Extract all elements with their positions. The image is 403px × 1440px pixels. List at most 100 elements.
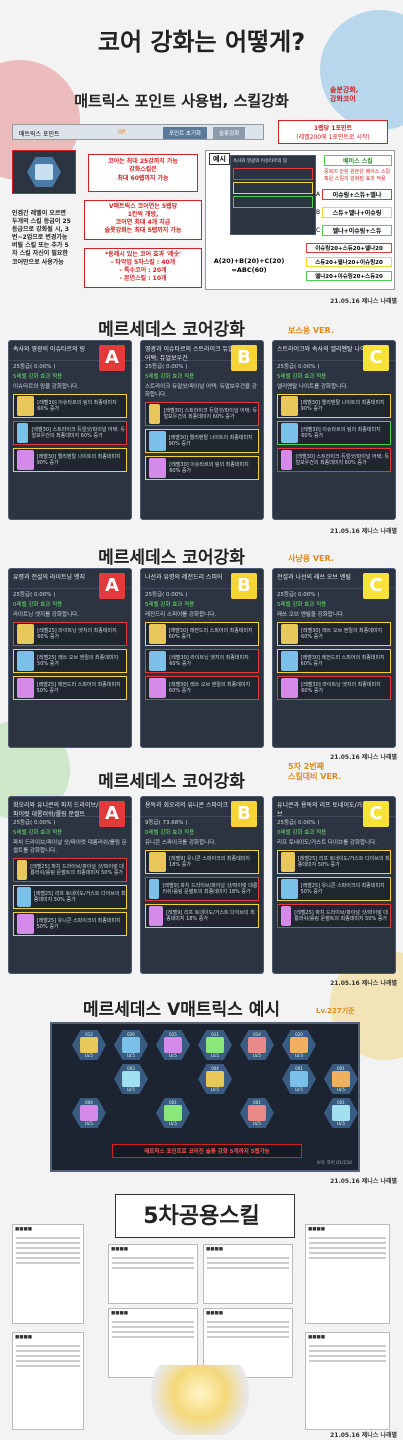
skill-text: [레벨9] 리프 토네이도/거스트 다이브의 최종데미지 18% 증가 [166,910,255,922]
slot-level: LV.5 [169,1053,177,1058]
matrix-slot[interactable]: 026 LV.5 [114,1030,148,1060]
skill-text: [레벨25] 파치 드라이브/파이널 샷/파이럿 대롱러쉬/롤링 문썰트의 최종… [294,910,388,922]
core-letter-badge: B [231,573,257,599]
credit: 21.05.16 제니스 나래별 [330,980,397,987]
core-effect: 0레벨 강화 효과 적용 [277,830,327,836]
section1-side-note: 솔분강화, 강화코어 [330,86,358,104]
core-note-line: 강화스킬은 [129,166,157,174]
skill-row: [레벨9] 유니콘 스파이크의 최종데미지 18% 증가 [145,850,259,874]
level-note: 인겜간 레벨이 오르면 두개의 스킬 등급이 25 등급으로 강화될 시, 3번… [12,210,71,266]
res-a: 이슈링20+스듀20+엘나20 [306,243,392,253]
credit: 21.05.16 제니스 나래별 [330,528,397,535]
matrix-slot[interactable]: 003 LV.5 [114,1064,148,1094]
formula: A(20)+B(20)+C(20) =ABC(60) [213,257,285,275]
skill-row: [레벨30] 엘리멘탈 나이트의 최종데미지 90% 증가 [13,448,127,472]
core-icon [80,1105,98,1121]
matrix-slot[interactable]: 004 LV.5 [72,1098,106,1128]
skill-row: [레벨25] 유니콘 스파이크의 최종데미지 50% 증가 [277,877,391,901]
res-b: 스듀20+엘나20+이슈링20 [306,257,392,267]
v-note-line: V매트릭스 코어연는 5렙당 [108,203,178,210]
core-panel-c: 스트라이크와 속사의 엘리멘탈 나이트 C 25등급( 0.00% ) 5레벨 강화 … [272,340,396,520]
matrix-slot[interactable]: 001 LV.5 [156,1098,190,1128]
skill-row: [레벨30] 이슈타르의 링의 최종데미지 60% 증가 [145,456,259,480]
bonus-line: - 타악업 5차스킬 : 40개 [110,259,176,267]
skill-text: [레벨25] 래쓰 오브 엔릴의 최종데미지 50% 증가 [37,655,119,667]
core-effect: 0레벨 강화 효과 적용 [145,830,195,836]
section5-tag: Lv.227기준 [316,1007,355,1015]
matrix-slot[interactable]: 014 LV.5 [240,1030,274,1060]
slot-number: 001 [253,1100,261,1105]
slot-level: LV.5 [253,1053,261,1058]
credit: 21.05.16 제니스 나래별 [330,1178,397,1185]
slot-level: LV.5 [127,1053,135,1058]
matrix-slot[interactable]: 001 LV.5 [240,1098,274,1128]
matrix-slot[interactable]: 012 LV.5 [72,1030,106,1060]
matrix-slot[interactable]: 001 LV.5 [282,1064,316,1094]
matrix-slot[interactable]: 020 LV.3 [282,1030,316,1060]
letter-c-small: C [316,227,321,234]
skill-icon [281,852,295,872]
reset-button[interactable]: 포인트 초기화 [163,127,208,139]
skill-icon [281,423,299,443]
skill-icon [17,450,34,470]
credit: 21.05.16 제니스 나래별 [330,298,397,305]
slot-level: LV.5 [253,1121,261,1126]
v-note-box: V매트릭스 코어연는 5렙당 1칸씩 개방, 코어연 최대 4개 지급 슬롯강화… [84,200,202,240]
skill-text: [레벨25] 라이트닝 엣지의 최종데미지 60% 증가 [37,628,117,640]
skill-icon [149,651,167,671]
skill-row: [레벨30] 래쓰 오브 엔릴의 최종데미지 60% 증가 [145,676,259,700]
letter-a-small: A [316,191,321,198]
skill-icon [281,624,299,644]
slot-number: 014 [253,1032,261,1037]
matrix-slot[interactable]: 001 LV.5 [324,1098,358,1128]
core-panel-b: 나선과 유령의 레전드리 스피어 B 25등급( 0.00% ) 5레벨 강화 효과 … [140,568,264,748]
matrix-slot[interactable]: 025 LV.5 [156,1030,190,1060]
matrix-slot[interactable]: 011 LV.5 [198,1030,232,1060]
core-letter-badge: A [99,801,125,827]
skill-row: [레벨25] 라이트닝 엣지의 최종데미지 60% 증가 [13,622,127,646]
core-effect: 5레벨 강화 효과 적용 [145,374,195,380]
matrix-slot[interactable]: 004 LV.5 [198,1064,232,1094]
core-icon [332,1071,350,1087]
base-desc: 중복이 안된 원본은 베이스 스킬 혹은 스킬의 강화된 효과 적용 [324,169,391,182]
skill-icon [17,678,34,698]
skill-text: [레벨25] 레전드리 스피어의 최종데미지 50% 증가 [36,682,121,694]
matrix-slot[interactable]: 001 LV.5 [324,1064,358,1094]
skill-icon [149,852,167,872]
skill-row: [레벨25] 파치 드라이브/파이널 샷/파이럿 대롱러쉬/롤링 문썰트의 최종… [277,904,391,928]
core-icon [206,1071,224,1087]
slot-level: LV.5 [85,1053,93,1058]
matrix-caption: 매트릭스 포인트로 코어진 슬롯 강화 5개까지 5렙가능 [112,1144,302,1158]
slot-level: LV.5 [337,1087,345,1092]
bonus-line: - 본연스킬 : 10개 [119,275,167,283]
base-skill-box: 베이스 스킬 [324,155,392,166]
skill-icon [17,396,35,416]
core-icon [290,1071,308,1087]
skill-icon [149,458,167,478]
skill-icon [149,404,161,424]
core-desc: 리프 토네이도/거스트 다이브를 강화합니다. [277,840,377,846]
skill-icon [17,651,35,671]
core-desc: 라이트닝 엣지를 강화합니다. [13,612,79,618]
core-panel-c: 전설과 나선의 래쓰 오브 엔릴 C 25등급( 0.00% ) 5레벨 강화 효과 … [272,568,396,748]
core-letter-badge: C [363,345,389,371]
slot-level: LV.5 [211,1087,219,1092]
v-note-line: 1칸씩 개방, [127,211,159,219]
skill-text: [레벨30] 스트라이크 듀얼샷/파이널 어택: 듀얼보우건의 최종데미지 60… [295,454,390,466]
skill-text: [레벨30] 이슈타르의 링의 최종데미지 60% 증가 [37,400,117,412]
core-note-line: 최대 60렙까지 가능 [117,174,169,182]
slot-number: 001 [169,1100,177,1105]
section3-tag: 사냥용 VER. [288,554,334,563]
credit: 21.05.16 제니스 나래별 [330,1432,397,1439]
skill-row: [레벨30] 스트라이크 듀얼샷/파이널 어택: 듀얼보우건의 최종데미지 60… [13,421,127,445]
enhance-slot-button[interactable]: 슬롯강화 [213,127,246,139]
skill-row: [레벨30] 레전드리 스피어의 최종데미지 60% 증가 [277,649,391,673]
core-desc: 유니콘 스파이크를 강화합니다. [145,840,217,846]
point-rule-box: 1렙당 1포인트 (레벨200에 1포인트로 시작) [278,120,388,144]
core-icon [248,1105,266,1121]
core-icon [290,1037,308,1053]
core-letter-badge: B [231,801,257,827]
example-title: 속사와 영광의 이슈타르의 링 [233,159,287,164]
skill-text: [레벨30] 래쓰 오브 엔릴의 최종데미지 60% 증가 [169,682,251,694]
core-letter-badge: A [99,345,125,371]
